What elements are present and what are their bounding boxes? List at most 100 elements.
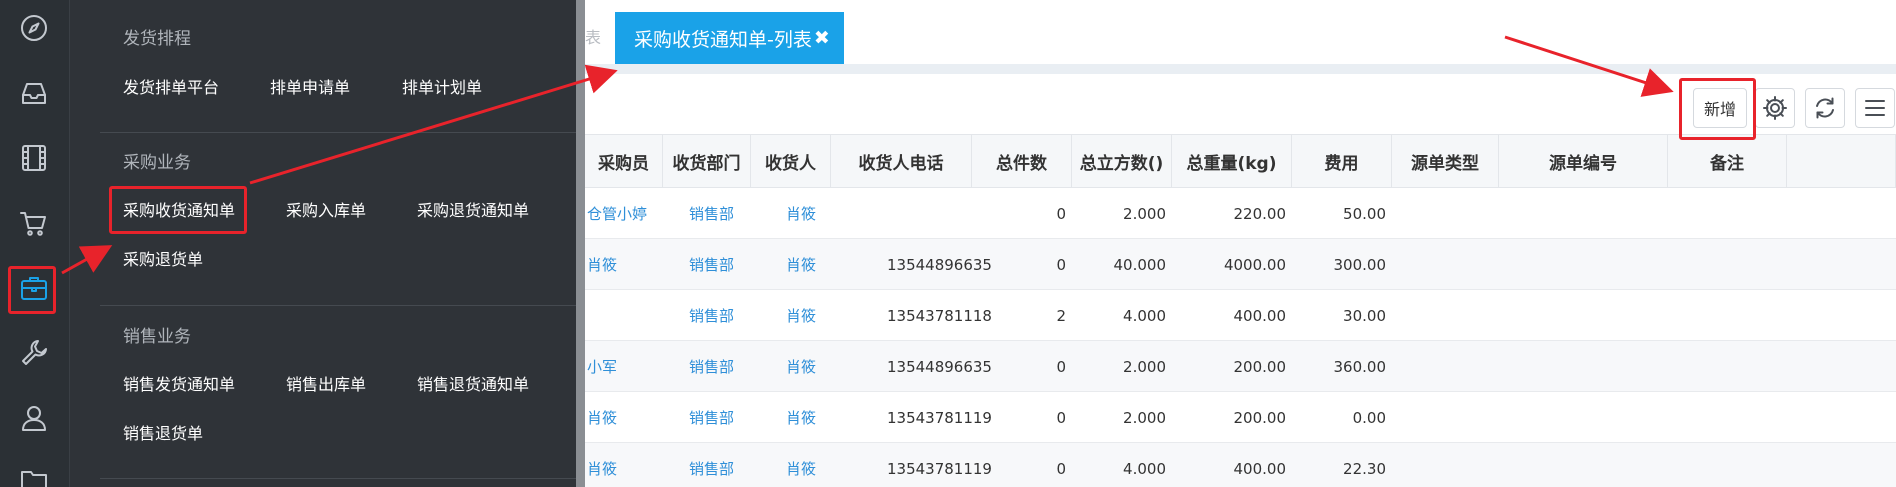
main-content: 表 采购收货通知单-列表 ✖ 新增 采购员 收货部门 收货人 收货人电话 总件数… bbox=[585, 0, 1896, 487]
cell-fee: 50.00 bbox=[1343, 204, 1386, 223]
close-icon[interactable]: ✖ bbox=[814, 27, 830, 49]
cell-phone: 13543781119 bbox=[887, 408, 992, 427]
cell-fee: 360.00 bbox=[1333, 357, 1387, 376]
column-header-source-type[interactable]: 源单类型 bbox=[1392, 134, 1499, 188]
menu-item-schedule-plan[interactable]: 排单计划单 bbox=[402, 74, 482, 98]
flyout-scrollbar[interactable] bbox=[576, 0, 585, 487]
menu-divider bbox=[100, 132, 579, 133]
column-header-qty[interactable]: 总件数 bbox=[972, 134, 1072, 188]
column-header-dept[interactable]: 收货部门 bbox=[663, 134, 751, 188]
cell-phone bbox=[887, 188, 972, 239]
cell-weight: 400.00 bbox=[1233, 459, 1287, 478]
cell-dept[interactable]: 销售部 bbox=[689, 188, 751, 239]
flyout-menu: 发货排程 发货排单平台 排单申请单 排单计划单 采购业务 采购收货通知单 采购入… bbox=[69, 0, 579, 487]
highlight-add-button bbox=[1679, 78, 1756, 140]
cell-buyer[interactable]: 肖筱 bbox=[587, 443, 663, 487]
menu-item-sales-delivery-notice[interactable]: 销售发货通知单 bbox=[123, 371, 235, 395]
column-header-phone[interactable]: 收货人电话 bbox=[831, 134, 972, 188]
menu-heading-purchase: 采购业务 bbox=[123, 153, 191, 173]
columns-button[interactable] bbox=[1855, 88, 1895, 128]
cell-buyer[interactable]: 小军 bbox=[587, 341, 663, 392]
tab-previous-fragment[interactable]: 表 bbox=[585, 24, 601, 48]
column-header-fee[interactable]: 费用 bbox=[1292, 134, 1392, 188]
table-row[interactable]: 肖筱 销售部 肖筱 13543781119 0 2.000 200.00 0.00 bbox=[585, 392, 1896, 443]
column-header-receiver[interactable]: 收货人 bbox=[751, 134, 831, 188]
cell-weight: 220.00 bbox=[1233, 204, 1287, 223]
cell-qty: 0 bbox=[1056, 459, 1066, 478]
cell-dept[interactable]: 销售部 bbox=[689, 392, 751, 443]
menu-item-purchase-inbound[interactable]: 采购入库单 bbox=[286, 197, 366, 221]
cell-phone: 13544896635 bbox=[887, 255, 992, 274]
cell-receiver[interactable]: 肖筱 bbox=[786, 188, 831, 239]
tab-purchase-receipt-list[interactable]: 采购收货通知单-列表 ✖ bbox=[615, 12, 844, 64]
cell-weight: 200.00 bbox=[1233, 408, 1287, 427]
data-table: 采购员 收货部门 收货人 收货人电话 总件数 总立方数() 总重量(kg) 费用… bbox=[585, 134, 1896, 487]
cell-fee: 22.30 bbox=[1343, 459, 1386, 478]
cell-qty: 0 bbox=[1056, 408, 1066, 427]
table-row[interactable]: 肖筱 销售部 肖筱 13543781119 0 4.000 400.00 22.30 bbox=[585, 443, 1896, 487]
table-row[interactable]: 肖筱 销售部 肖筱 13544896635 0 40.000 4000.00 300.00 bbox=[585, 239, 1896, 290]
cell-receiver[interactable]: 肖筱 bbox=[786, 239, 831, 290]
cell-phone: 13543781119 bbox=[887, 459, 992, 478]
cell-dept[interactable]: 销售部 bbox=[689, 290, 751, 341]
column-header-remark[interactable]: 备注 bbox=[1668, 134, 1787, 188]
cell-dept[interactable]: 销售部 bbox=[689, 341, 751, 392]
column-header-weight[interactable]: 总重量(kg) bbox=[1172, 134, 1292, 188]
menu-item-schedule-request[interactable]: 排单申请单 bbox=[270, 74, 350, 98]
table-row[interactable]: 小军 销售部 肖筱 13544896635 0 2.000 200.00 360.00 bbox=[585, 341, 1896, 392]
cell-qty: 0 bbox=[1056, 204, 1066, 223]
cell-buyer[interactable]: 肖筱 bbox=[587, 392, 663, 443]
menu-item-sales-return-notice[interactable]: 销售退货通知单 bbox=[417, 371, 529, 395]
refresh-button[interactable] bbox=[1805, 88, 1845, 128]
tab-bar-strip bbox=[585, 64, 1896, 74]
cart-icon[interactable] bbox=[14, 203, 54, 243]
menu-heading-shipping: 发货排程 bbox=[123, 29, 191, 49]
cell-weight: 4000.00 bbox=[1223, 255, 1286, 274]
menu-item-sales-outbound[interactable]: 销售出库单 bbox=[286, 371, 366, 395]
column-header-source-no[interactable]: 源单编号 bbox=[1499, 134, 1668, 188]
settings-button[interactable] bbox=[1755, 88, 1795, 128]
cell-fee: 30.00 bbox=[1343, 306, 1386, 325]
cell-volume: 2.000 bbox=[1123, 357, 1166, 376]
table-row[interactable]: 销售部 肖筱 13543781118 2 4.000 400.00 30.00 bbox=[585, 290, 1896, 341]
cell-qty: 2 bbox=[1056, 306, 1066, 325]
icon-rail bbox=[0, 0, 69, 487]
film-icon[interactable] bbox=[14, 138, 54, 178]
menu-item-sales-return[interactable]: 销售退货单 bbox=[123, 420, 203, 444]
cell-fee: 300.00 bbox=[1333, 255, 1387, 274]
cell-qty: 0 bbox=[1056, 357, 1066, 376]
compass-icon[interactable] bbox=[14, 8, 54, 48]
highlight-menu-item bbox=[109, 186, 247, 234]
cell-dept[interactable]: 销售部 bbox=[689, 239, 751, 290]
cell-receiver[interactable]: 肖筱 bbox=[786, 392, 831, 443]
tab-bar: 表 采购收货通知单-列表 ✖ bbox=[585, 0, 1896, 64]
cell-volume: 2.000 bbox=[1123, 408, 1166, 427]
cell-buyer[interactable] bbox=[587, 290, 663, 341]
column-header-extra bbox=[1787, 134, 1896, 188]
menu-item-purchase-return[interactable]: 采购退货单 bbox=[123, 246, 203, 270]
cell-buyer[interactable]: 肖筱 bbox=[587, 239, 663, 290]
column-header-buyer[interactable]: 采购员 bbox=[585, 134, 663, 188]
user-icon[interactable] bbox=[14, 398, 54, 438]
cell-weight: 200.00 bbox=[1233, 357, 1287, 376]
wrench-icon[interactable] bbox=[14, 333, 54, 373]
menu-item-shipping-platform[interactable]: 发货排单平台 bbox=[123, 74, 219, 98]
cell-buyer[interactable]: 仓管小婷 bbox=[587, 188, 663, 239]
cell-phone: 13543781118 bbox=[887, 306, 992, 325]
folder-icon[interactable] bbox=[14, 460, 54, 487]
cell-volume: 4.000 bbox=[1123, 459, 1166, 478]
cell-receiver[interactable]: 肖筱 bbox=[786, 443, 831, 487]
column-header-volume[interactable]: 总立方数() bbox=[1072, 134, 1172, 188]
menu-divider bbox=[100, 305, 579, 306]
cell-receiver[interactable]: 肖筱 bbox=[786, 290, 831, 341]
cell-fee: 0.00 bbox=[1352, 408, 1386, 427]
inbox-icon[interactable] bbox=[14, 73, 54, 113]
cell-volume: 40.000 bbox=[1113, 255, 1167, 274]
cell-dept[interactable]: 销售部 bbox=[689, 443, 751, 487]
table-row[interactable]: 仓管小婷 销售部 肖筱 0 2.000 220.00 50.00 bbox=[585, 188, 1896, 239]
menu-icon bbox=[1865, 100, 1885, 116]
menu-item-purchase-return-notice[interactable]: 采购退货通知单 bbox=[417, 197, 529, 221]
cell-volume: 4.000 bbox=[1123, 306, 1166, 325]
cell-receiver[interactable]: 肖筱 bbox=[786, 341, 831, 392]
gear-icon bbox=[1763, 96, 1787, 120]
